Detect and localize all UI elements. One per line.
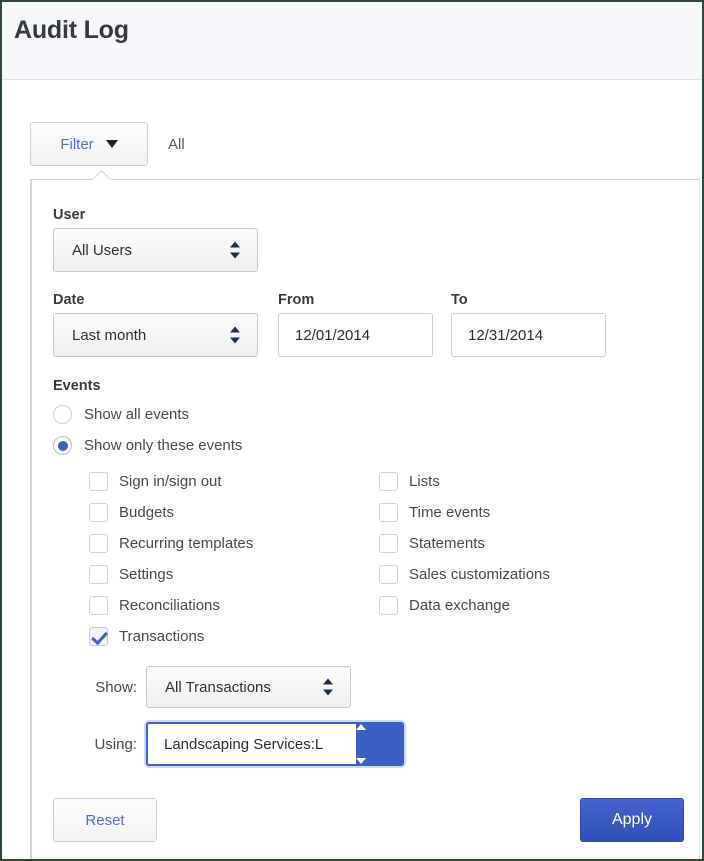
checkbox-icon: [379, 596, 398, 615]
show-select[interactable]: All Transactions: [146, 666, 351, 708]
checkbox-icon-checked: [89, 627, 108, 646]
checkbox-reconciliations[interactable]: Reconciliations: [89, 596, 220, 615]
checkbox-recurring-templates[interactable]: Recurring templates: [89, 534, 253, 553]
using-select-value: Landscaping Services:L: [164, 735, 324, 753]
checkbox-label: Statements: [409, 535, 485, 552]
checkbox-transactions[interactable]: Transactions: [89, 627, 204, 646]
radio-show-all-events-label: Show all events: [84, 406, 190, 423]
checkbox-icon: [89, 596, 108, 615]
using-select[interactable]: Landscaping Services:L: [146, 722, 404, 766]
checkbox-settings[interactable]: Settings: [89, 565, 173, 584]
radio-icon: [53, 405, 72, 424]
radio-icon-selected: [53, 436, 72, 455]
using-select-arrow-button[interactable]: [356, 724, 402, 764]
page-title: Audit Log: [14, 16, 129, 44]
show-row: Show: All Transactions: [71, 666, 351, 708]
filter-status-label: All: [168, 135, 185, 153]
updown-arrows-icon: [356, 724, 385, 764]
checkbox-label: Time events: [409, 504, 491, 521]
show-select-value: All Transactions: [165, 678, 271, 696]
date-range-select[interactable]: Last month: [53, 313, 258, 357]
checkbox-label: Data exchange: [409, 597, 510, 614]
to-label: To: [451, 292, 468, 308]
checkbox-icon: [89, 534, 108, 553]
checkbox-label: Sales customizations: [409, 566, 550, 583]
page-header: Audit Log: [2, 2, 702, 80]
filter-button-label: Filter: [60, 135, 94, 153]
filter-bar: Filter All: [30, 122, 185, 166]
chevron-down-icon: [105, 140, 118, 148]
date-range-select-value: Last month: [72, 326, 147, 344]
checkbox-sales-customizations[interactable]: Sales customizations: [379, 565, 550, 584]
show-label: Show:: [95, 678, 137, 696]
radio-show-only-these-events-label: Show only these events: [84, 437, 243, 454]
user-select[interactable]: All Users: [53, 228, 258, 272]
radio-show-only-these-events[interactable]: Show only these events: [53, 436, 242, 455]
updown-arrows-icon: [323, 678, 334, 696]
radio-show-all-events[interactable]: Show all events: [53, 405, 189, 424]
using-label: Using:: [94, 735, 137, 753]
from-label: From: [278, 292, 315, 308]
app-window: Audit Log Filter All User All Users Date…: [0, 0, 704, 861]
date-label: Date: [53, 292, 85, 308]
checkbox-label: Sign in/sign out: [119, 473, 222, 490]
checkbox-label: Transactions: [119, 628, 205, 645]
checkbox-icon: [89, 472, 108, 491]
from-date-input[interactable]: 12/01/2014: [278, 313, 433, 357]
checkbox-icon: [379, 503, 398, 522]
checkbox-label: Recurring templates: [119, 535, 254, 552]
checkbox-label: Lists: [409, 473, 440, 490]
updown-arrows-icon: [230, 326, 241, 344]
checkbox-label: Budgets: [119, 504, 175, 521]
apply-button[interactable]: Apply: [580, 798, 684, 842]
checkbox-label: Reconciliations: [119, 597, 220, 614]
checkbox-icon: [379, 472, 398, 491]
checkbox-data-exchange[interactable]: Data exchange: [379, 596, 510, 615]
filter-panel-body: User All Users Date Last month From 12/0…: [31, 180, 700, 859]
filter-panel: User All Users Date Last month From 12/0…: [30, 179, 700, 859]
panel-callout-arrow: [93, 170, 113, 180]
user-select-value: All Users: [72, 241, 133, 259]
to-date-input[interactable]: 12/31/2014: [451, 313, 606, 357]
filter-dropdown-button[interactable]: Filter: [30, 122, 148, 166]
checkbox-time-events[interactable]: Time events: [379, 503, 490, 522]
checkbox-sign-in-sign-out[interactable]: Sign in/sign out: [89, 472, 222, 491]
checkbox-label: Settings: [119, 566, 174, 583]
reset-button[interactable]: Reset: [53, 798, 157, 842]
checkbox-icon: [89, 565, 108, 584]
checkbox-icon: [89, 503, 108, 522]
checkbox-icon: [379, 534, 398, 553]
checkbox-icon: [379, 565, 398, 584]
user-label: User: [53, 207, 86, 223]
using-row: Using: Landscaping Services:L: [71, 722, 404, 766]
checkbox-lists[interactable]: Lists: [379, 472, 440, 491]
checkbox-budgets[interactable]: Budgets: [89, 503, 174, 522]
updown-arrows-icon: [230, 241, 241, 259]
events-label: Events: [53, 378, 101, 394]
checkbox-statements[interactable]: Statements: [379, 534, 485, 553]
